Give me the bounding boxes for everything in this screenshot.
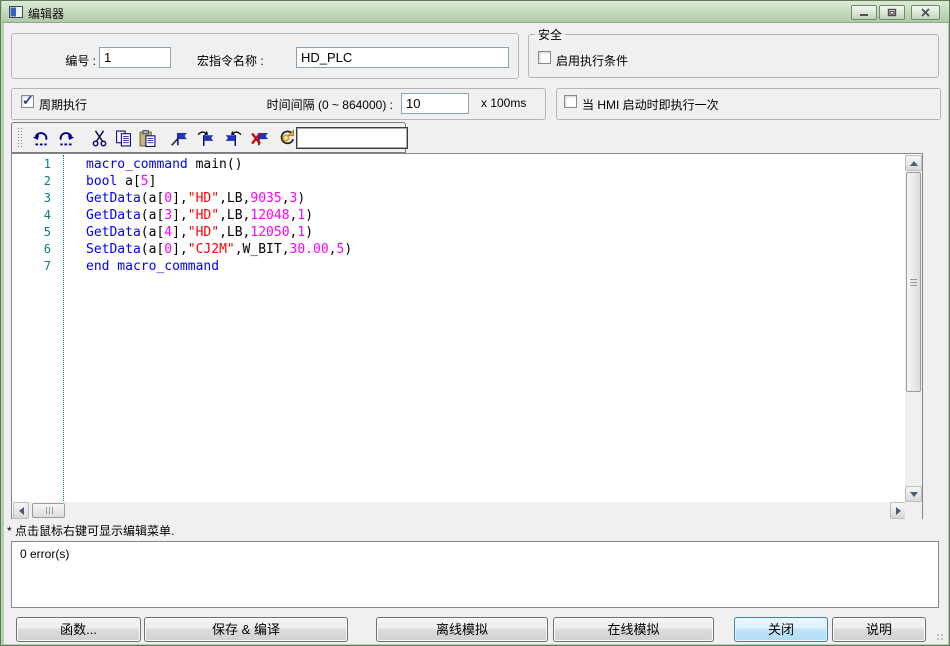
security-legend: 安全 — [535, 26, 565, 43]
code-line[interactable]: 6 SetData(a[0],"CJ2M",W_BIT,30.00,5) — [13, 241, 893, 258]
maximize-icon — [887, 8, 897, 17]
line-number: 4 — [13, 207, 58, 224]
maximize-button[interactable] — [879, 5, 905, 20]
window-title: 编辑器 — [28, 5, 64, 22]
undo-button[interactable] — [30, 126, 52, 150]
code-text: bool a[5] — [86, 173, 156, 190]
copy-icon — [115, 130, 132, 147]
code-line[interactable]: 7 end macro_command — [13, 258, 893, 275]
macro-id-input[interactable] — [99, 47, 171, 68]
enable-condition-label: 启用执行条件 — [556, 52, 628, 69]
paste-button[interactable] — [136, 126, 158, 150]
periodic-checkbox[interactable] — [21, 95, 34, 108]
close-button-titlebar[interactable] — [911, 5, 940, 20]
code-line[interactable]: 5 GetData(a[4],"HD",LB,12050,1) — [13, 224, 893, 241]
code-line[interactable]: 4 GetData(a[3],"HD",LB,12048,1) — [13, 207, 893, 224]
copy-button[interactable] — [112, 126, 134, 150]
code-text: SetData(a[0],"CJ2M",W_BIT,30.00,5) — [86, 241, 352, 258]
scroll-left-button[interactable] — [13, 502, 29, 519]
clear-bookmarks-icon — [251, 129, 269, 147]
interval-label: 时间间隔 (0 ~ 864000) : — [241, 96, 393, 113]
offline-simulation-button[interactable]: 离线模拟 — [376, 617, 548, 642]
horizontal-scrollbar[interactable] — [13, 502, 906, 519]
code-text: end macro_command — [86, 258, 219, 275]
find-icon — [278, 129, 296, 147]
arrow-left-icon — [19, 507, 24, 515]
previous-bookmark-button[interactable] — [222, 126, 244, 150]
help-button[interactable]: 说明 — [832, 617, 926, 642]
toolbar-grip[interactable] — [21, 128, 22, 148]
code-line[interactable]: 2 bool a[5] — [13, 173, 893, 190]
cut-icon — [91, 130, 108, 147]
code-text: GetData(a[0],"HD",LB,9035,3) — [86, 190, 305, 207]
line-number: 1 — [13, 156, 58, 173]
app-icon — [9, 6, 23, 18]
startup-label: 当 HMI 启动时即执行一次 — [582, 96, 719, 113]
hint-text: * 点击鼠标右键可显示编辑菜单. — [7, 522, 174, 539]
previous-bookmark-icon — [224, 129, 242, 147]
next-bookmark-icon — [197, 129, 215, 147]
compile-output[interactable]: 0 error(s) — [11, 541, 939, 608]
close-button[interactable]: 关闭 — [734, 617, 828, 642]
line-number: 3 — [13, 190, 58, 207]
code-line[interactable]: 1 macro_command main() — [13, 156, 893, 173]
startup-checkbox[interactable] — [564, 95, 577, 108]
macro-name-label: 宏指令名称 : — [197, 52, 264, 69]
enable-condition-checkbox[interactable] — [538, 51, 551, 64]
find-button[interactable] — [276, 126, 298, 150]
code-text: macro_command main() — [86, 156, 243, 173]
line-number: 7 — [13, 258, 58, 275]
next-bookmark-button[interactable] — [195, 126, 217, 150]
interval-input[interactable] — [401, 93, 469, 114]
paste-icon — [139, 130, 156, 147]
periodic-label: 周期执行 — [39, 96, 87, 113]
title-bar: 编辑器 — [2, 1, 950, 23]
scroll-down-button[interactable] — [905, 486, 922, 502]
code-editor[interactable]: 1 macro_command main() 2 bool a[5] 3 GetData(… — [11, 153, 923, 519]
minimize-icon — [859, 8, 869, 17]
line-number: 5 — [13, 224, 58, 241]
toggle-bookmark-button[interactable] — [168, 126, 190, 150]
interval-unit-label: x 100ms — [481, 96, 526, 110]
id-label: 编号 : — [31, 52, 96, 69]
redo-icon — [57, 129, 75, 147]
cut-button[interactable] — [88, 126, 110, 150]
scrollbar-corner — [905, 502, 922, 519]
code-text: GetData(a[3],"HD",LB,12048,1) — [86, 207, 313, 224]
save-compile-button[interactable]: 保存 & 编译 — [144, 617, 348, 642]
code-lines: 1 macro_command main() 2 bool a[5] 3 GetData(… — [13, 156, 893, 275]
vertical-scrollbar[interactable] — [905, 155, 922, 502]
editor-window: 编辑器 编号 : 宏指令名称 : 安全 启用执行条件 周期执行 时间间隔 (0 … — [0, 0, 950, 646]
horizontal-scroll-thumb[interactable] — [32, 503, 65, 518]
resize-grip[interactable] — [937, 634, 945, 642]
vertical-scroll-thumb[interactable] — [906, 172, 921, 392]
code-text: GetData(a[4],"HD",LB,12050,1) — [86, 224, 313, 241]
toggle-bookmark-icon — [170, 129, 188, 147]
toolbar-grip[interactable] — [18, 128, 19, 148]
clear-bookmarks-button[interactable] — [249, 126, 271, 150]
online-simulation-button[interactable]: 在线模拟 — [553, 617, 714, 642]
undo-icon — [32, 129, 50, 147]
arrow-up-icon — [910, 161, 918, 166]
function-button[interactable]: 函数... — [16, 617, 141, 642]
minimize-button[interactable] — [851, 5, 877, 20]
scroll-up-button[interactable] — [905, 155, 922, 171]
find-input[interactable] — [296, 127, 408, 149]
line-number: 6 — [13, 241, 58, 258]
line-number: 2 — [13, 173, 58, 190]
editor-toolbar — [11, 122, 406, 153]
arrow-right-icon — [896, 507, 901, 515]
macro-name-input[interactable] — [296, 47, 509, 68]
code-line[interactable]: 3 GetData(a[0],"HD",LB,9035,3) — [13, 190, 893, 207]
scroll-right-button[interactable] — [890, 502, 906, 519]
arrow-down-icon — [910, 492, 918, 497]
close-icon — [921, 8, 930, 17]
redo-button[interactable] — [55, 126, 77, 150]
